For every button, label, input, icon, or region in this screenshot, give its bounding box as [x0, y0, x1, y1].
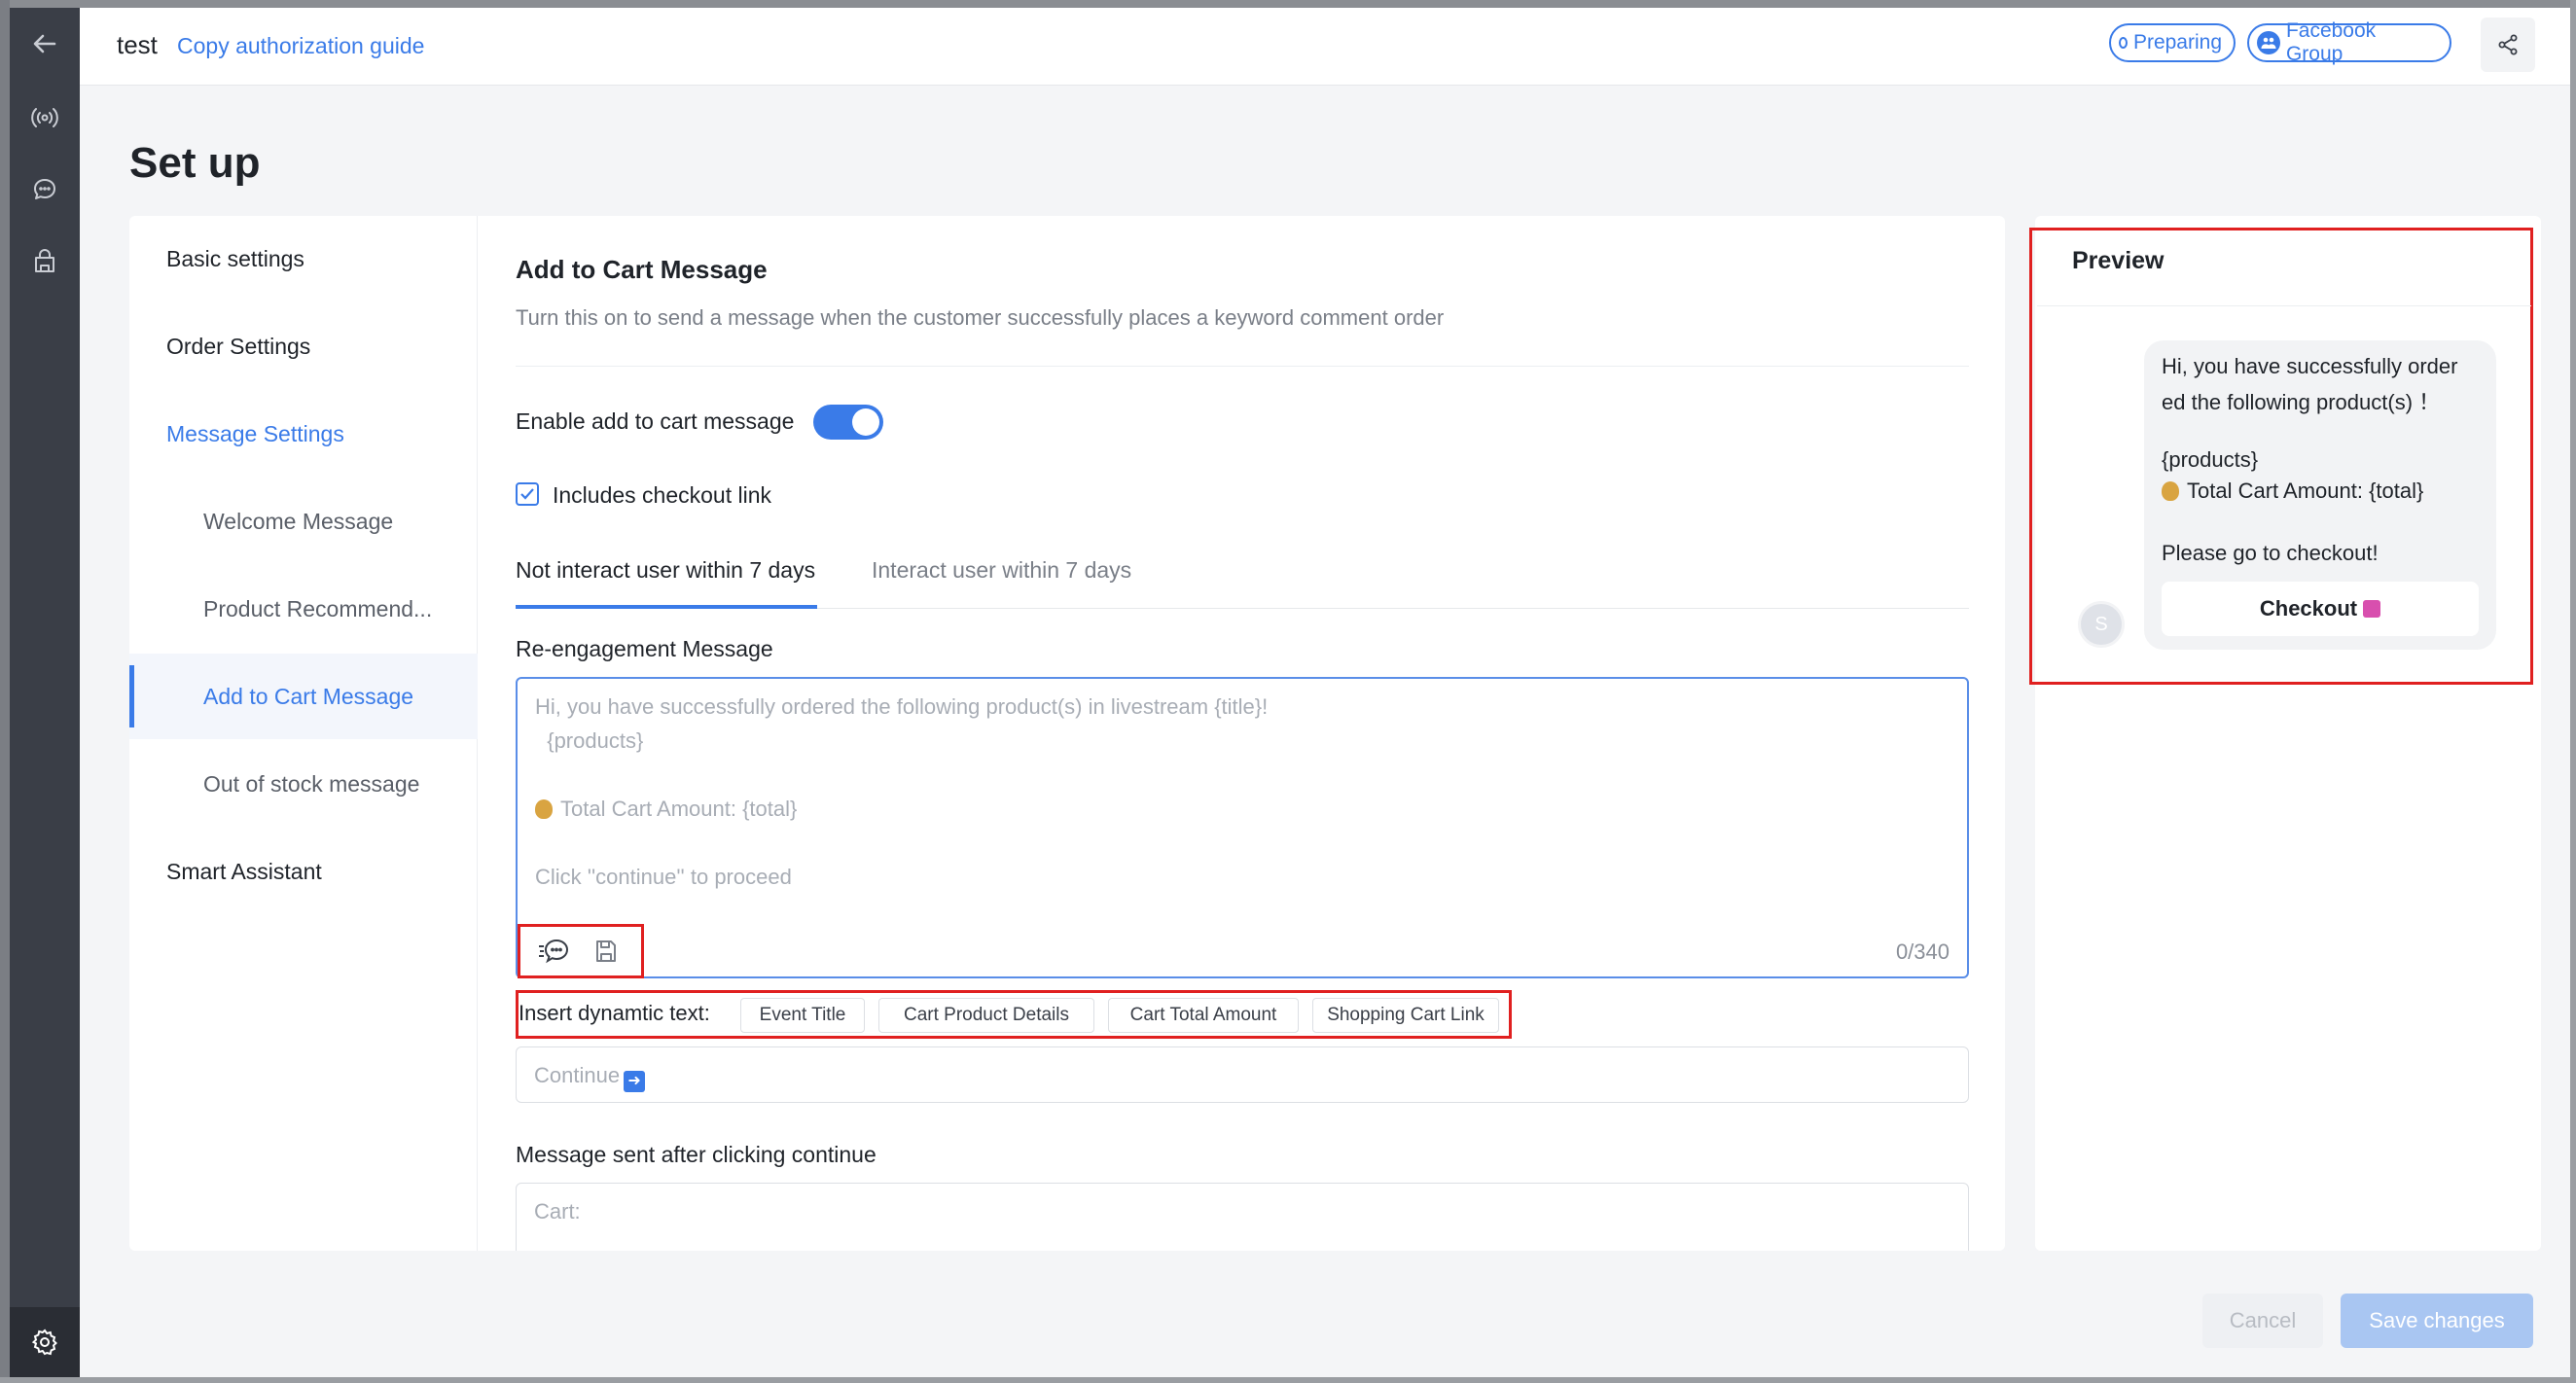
tab-not-interact-user[interactable]: Not interact user within 7 days: [516, 547, 818, 609]
status-badge: Preparing: [2109, 23, 2236, 62]
platform-badge-label: Facebook Group: [2285, 19, 2377, 65]
shopping-bag-icon: [2363, 600, 2381, 618]
continue-placeholder: Continue: [534, 1063, 621, 1087]
back-arrow-icon: [33, 34, 56, 53]
window-frame-bottom: [0, 1377, 2576, 1383]
left-rail: [10, 8, 80, 1377]
broadcast-icon: [31, 108, 58, 127]
continue-button-text-input[interactable]: Continue ➜: [516, 1046, 1969, 1103]
copy-authorization-guide-link[interactable]: Copy authorization guide: [177, 28, 424, 63]
money-bag-icon: [535, 799, 553, 819]
chat-icon: [34, 179, 55, 199]
status-badge-label: Preparing: [2132, 31, 2222, 53]
settings-icon: [31, 1329, 57, 1356]
save-template-icon[interactable]: [592, 938, 620, 965]
chip-cart-total-amount[interactable]: Cart Total Amount: [1108, 998, 1299, 1033]
settings-card: Basic settings Order Settings Message Se…: [129, 216, 2005, 1251]
chip-cart-product-details[interactable]: Cart Product Details: [878, 998, 1094, 1033]
share-icon: [2498, 34, 2518, 55]
top-header: test Copy authorization guide Preparing …: [80, 8, 2570, 86]
menu-item-smart-assistant[interactable]: Smart Assistant: [129, 829, 478, 914]
quick-reply-icon[interactable]: [538, 937, 571, 966]
tab-interact-user[interactable]: Interact user within 7 days: [872, 547, 1131, 609]
after-continue-placeholder: Cart:: [534, 1199, 581, 1223]
preview-line-1: Hi, you have successfully order: [2162, 354, 2458, 378]
window-frame-right: [2570, 0, 2576, 1383]
reengagement-label: Re-engagement Message: [516, 636, 773, 661]
checkbox-label: Includes checkout link: [553, 482, 772, 508]
textarea-toolbar: [518, 924, 644, 978]
after-continue-message-input[interactable]: Cart:: [516, 1183, 1969, 1251]
chip-shopping-cart-link[interactable]: Shopping Cart Link: [1312, 998, 1499, 1033]
section-description: Turn this on to send a message when the …: [516, 305, 1445, 330]
right-arrow-icon: ➜: [624, 1071, 646, 1092]
dynamic-text-label: Insert dynamtic text:: [519, 1001, 710, 1025]
nav-settings[interactable]: [10, 1307, 80, 1377]
chip-event-title[interactable]: Event Title: [740, 998, 865, 1033]
textarea-line-4: Total Cart Amount: {total}: [535, 797, 797, 822]
nav-broadcast[interactable]: [10, 84, 80, 152]
menu-item-product-recommend[interactable]: Product Recommend...: [129, 566, 478, 652]
toggle-knob: [852, 408, 879, 436]
event-title: test: [117, 30, 158, 59]
back-button[interactable]: [10, 10, 80, 78]
preview-line-7: Please go to checkout!: [2162, 541, 2379, 565]
menu-item-welcome-message[interactable]: Welcome Message: [129, 479, 478, 564]
textarea-line-2: {products}: [535, 728, 644, 753]
preview-divider: [2037, 305, 2531, 306]
includes-checkout-link-checkbox[interactable]: [516, 482, 539, 506]
menu-item-basic-settings[interactable]: Basic settings: [129, 216, 478, 301]
menu-item-message-settings[interactable]: Message Settings: [129, 391, 478, 477]
enable-toggle-label: Enable add to cart message: [516, 408, 795, 434]
preview-line-5: Total Cart Amount: {total}: [2162, 479, 2423, 504]
avatar: S: [2078, 601, 2125, 648]
money-bag-icon: [2162, 481, 2179, 501]
section-divider: [516, 366, 1969, 367]
textarea-line-6: Click ''continue'' to proceed: [535, 865, 792, 889]
page-title: Set up: [129, 139, 261, 187]
status-dot-icon: [2119, 37, 2128, 49]
platform-badge[interactable]: Facebook Group: [2247, 19, 2451, 65]
preview-title: Preview: [2072, 247, 2165, 274]
audience-tabs: Not interact user within 7 days Interact…: [516, 547, 1969, 609]
save-changes-button[interactable]: Save changes: [2341, 1294, 2533, 1348]
window-frame-left: [0, 0, 10, 1383]
after-continue-label: Message sent after clicking continue: [516, 1142, 877, 1167]
continue-input-content: Continue ➜: [534, 1063, 646, 1092]
preview-line-2: ed the following product(s) ！: [2162, 390, 2441, 414]
facebook-group-icon: [2257, 31, 2280, 54]
textarea-line-1: Hi, you have successfully ordered the fo…: [535, 694, 1269, 719]
menu-item-order-settings[interactable]: Order Settings: [129, 303, 478, 389]
checkmark-icon: [520, 488, 534, 500]
preview-line-5-text: Total Cart Amount: {total}: [2187, 479, 2424, 503]
settings-menu: Basic settings Order Settings Message Se…: [129, 216, 478, 1251]
share-button[interactable]: [2481, 18, 2535, 72]
textarea-line-4-text: Total Cart Amount: {total}: [560, 797, 798, 821]
character-counter: 0/340: [1895, 940, 1950, 964]
nav-store[interactable]: [10, 228, 80, 296]
window-frame-top: [0, 0, 2576, 8]
enable-add-to-cart-toggle[interactable]: [813, 405, 883, 440]
menu-item-out-of-stock-message[interactable]: Out of stock message: [129, 741, 478, 827]
section-title: Add to Cart Message: [516, 255, 768, 284]
checkout-button-label: Checkout: [2259, 596, 2358, 621]
preview-checkout-button[interactable]: Checkout: [2162, 582, 2479, 636]
menu-item-add-to-cart-message[interactable]: Add to Cart Message: [129, 654, 478, 739]
preview-line-4: {products}: [2162, 447, 2259, 472]
dynamic-text-row: Insert dynamtic text: Event Title Cart P…: [516, 990, 1512, 1039]
message-settings-content: Add to Cart Message Turn this on to send…: [516, 216, 1969, 1251]
nav-chat[interactable]: [10, 156, 80, 224]
cancel-button[interactable]: Cancel: [2202, 1294, 2323, 1348]
store-icon: [35, 249, 54, 272]
reengagement-message-textarea[interactable]: Hi, you have successfully ordered the fo…: [516, 677, 1969, 978]
preview-message-bubble: Hi, you have successfully order ed the f…: [2144, 340, 2496, 650]
